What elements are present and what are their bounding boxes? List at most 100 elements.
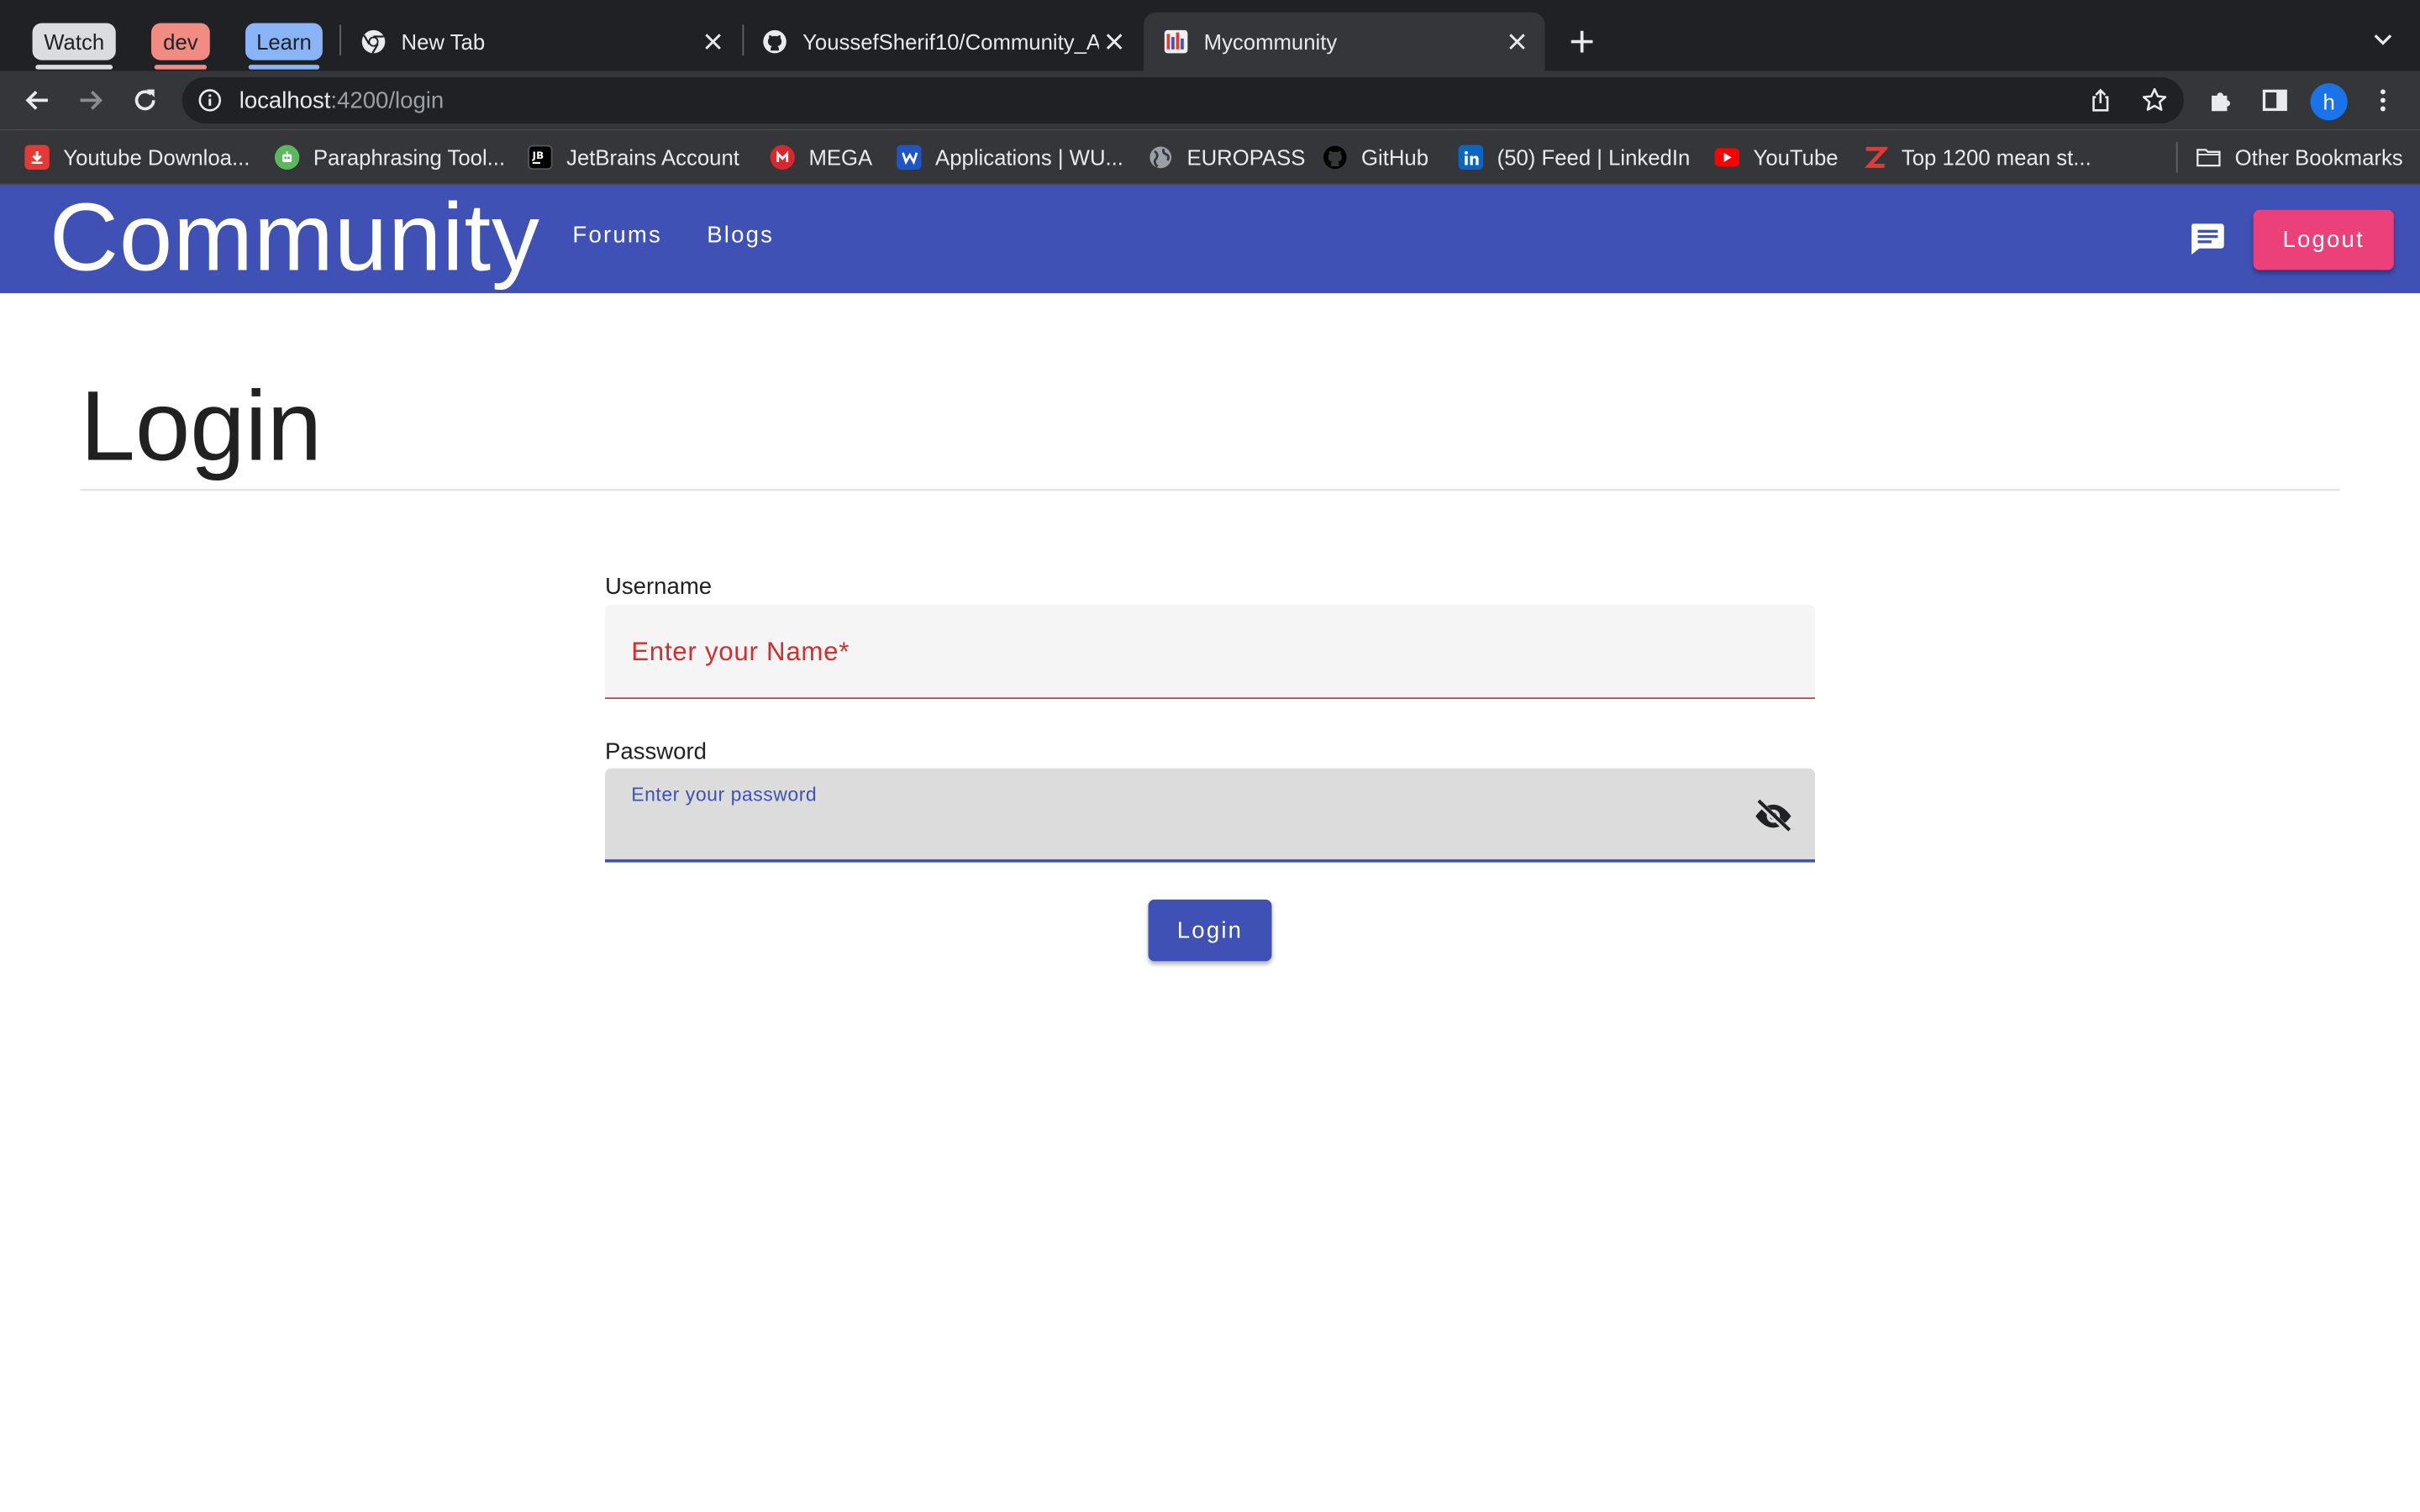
plus-icon: [1570, 30, 1593, 53]
side-panel-icon: [2262, 89, 2287, 112]
folder-icon: [2196, 145, 2221, 170]
share-icon[interactable]: [2088, 88, 2112, 113]
close-icon[interactable]: [1099, 26, 1130, 57]
bookmark-youtube-downloader[interactable]: Youtube Downloa...: [24, 142, 250, 173]
github-icon: [763, 29, 786, 54]
url-text: localhost:4200/login: [239, 88, 445, 114]
tab-title: Mycommunity: [1203, 29, 1338, 55]
youtube-icon: [1714, 148, 1739, 167]
puzzle-icon: [2212, 92, 2231, 112]
tab-mycommunity[interactable]: Mycommunity: [1144, 12, 1545, 71]
arrow-left-icon: [25, 90, 48, 110]
address-bar[interactable]: localhost:4200/login: [182, 76, 2184, 123]
info-icon[interactable]: [197, 88, 222, 113]
bookmarks-bar: Youtube Downloa... Paraphrasing Tool... …: [0, 129, 2420, 186]
reload-button[interactable]: [124, 79, 166, 122]
visibility-off-icon[interactable]: [1754, 798, 1794, 835]
robot-icon: [274, 144, 300, 171]
title-divider: [80, 489, 2340, 491]
close-icon[interactable]: [1502, 26, 1533, 57]
bookmark-top-1200[interactable]: Top 1200 mean st...: [1863, 142, 2091, 173]
username-label: Username: [605, 574, 713, 601]
nav-forums[interactable]: Forums: [572, 222, 662, 248]
browser-menu-button[interactable]: [2361, 79, 2404, 122]
bookmarks-separator: [2175, 141, 2178, 173]
profile-avatar[interactable]: h: [2310, 83, 2348, 121]
reload-icon: [134, 89, 155, 111]
password-placeholder: Enter your password: [631, 784, 818, 806]
star-icon[interactable]: [2141, 87, 2169, 114]
logout-button[interactable]: Logout: [2253, 209, 2394, 270]
username-placeholder: Enter your Name*: [631, 637, 850, 667]
login-button[interactable]: Login: [1148, 899, 1272, 962]
bookmark-github[interactable]: GitHub: [1323, 142, 1428, 173]
side-panel-button[interactable]: [2254, 79, 2296, 122]
z-icon: [1863, 145, 1888, 170]
bookmark-label: Top 1200 mean st...: [1901, 144, 2091, 171]
bookmark-label: EUROPASS: [1186, 144, 1306, 171]
tab-group-underline: [248, 65, 320, 70]
browser-toolbar: localhost:4200/login h: [0, 71, 2420, 130]
browser-window: Watch dev Learn New Tab YoussefSherif10/…: [0, 0, 2420, 1512]
bookmark-label: YouTube: [1753, 144, 1839, 171]
bookmark-label: JetBrains Account: [566, 144, 739, 171]
nav-blogs[interactable]: Blogs: [707, 222, 774, 248]
close-icon[interactable]: [697, 26, 729, 57]
chat-button[interactable]: [2187, 221, 2228, 258]
linkedin-icon: [1458, 144, 1484, 171]
tab-group-label: Learn: [256, 29, 312, 55]
jetbrains-icon: JB: [528, 144, 553, 171]
bookmark-applications-wu[interactable]: Applications | WU...: [897, 142, 1123, 173]
bookmark-label: (50) Feed | LinkedIn: [1497, 144, 1691, 171]
tab-group-label: dev: [163, 29, 198, 55]
bookmark-label: Other Bookmarks: [2234, 144, 2403, 171]
bookmark-label: Applications | WU...: [935, 144, 1123, 171]
youtube-downloader-icon: [24, 144, 50, 171]
tab-strip: Watch dev Learn New Tab YoussefSherif10/…: [0, 0, 2420, 71]
other-bookmarks[interactable]: Other Bookmarks: [2196, 142, 2403, 173]
bookmark-label: GitHub: [1361, 144, 1429, 171]
forward-button[interactable]: [70, 79, 113, 122]
extensions-button[interactable]: [2199, 79, 2242, 122]
page-title: Login: [80, 370, 323, 482]
bookmark-label: MEGA: [808, 144, 873, 171]
tab-group-dev[interactable]: dev: [151, 23, 210, 70]
brand-logo[interactable]: Community: [50, 185, 540, 293]
bookmark-youtube[interactable]: YouTube: [1714, 142, 1839, 173]
bookmark-label: Youtube Downloa...: [63, 144, 250, 171]
tab-group-learn[interactable]: Learn: [245, 23, 323, 70]
bookmark-jetbrains-account[interactable]: JB JetBrains Account: [528, 142, 739, 173]
password-label: Password: [605, 738, 707, 766]
mega-icon: [770, 144, 795, 171]
bookmark-europass[interactable]: EUROPASS: [1149, 142, 1306, 173]
github-icon: [1323, 145, 1347, 170]
more-vert-icon: [2380, 89, 2386, 112]
arrow-right-icon: [80, 90, 103, 110]
chevron-down-icon: [2374, 34, 2392, 45]
bookmark-paraphrasing-tool[interactable]: Paraphrasing Tool...: [274, 142, 506, 173]
tab-new-tab[interactable]: New Tab: [341, 13, 741, 71]
new-tab-button[interactable]: [1565, 24, 1598, 58]
tab-title: YoussefSherif10/Community_A: [802, 29, 1099, 55]
bookmark-linkedin[interactable]: (50) Feed | LinkedIn: [1458, 142, 1691, 173]
svg-text:JB: JB: [532, 150, 544, 161]
tab-title: New Tab: [401, 29, 486, 55]
app-header: Community Forums Blogs Logout: [0, 185, 2420, 293]
chrome-icon: [361, 29, 386, 54]
tab-group-watch[interactable]: Watch: [32, 23, 116, 70]
url-path: :4200/login: [330, 87, 445, 114]
tab-github-repo[interactable]: YoussefSherif10/Community_A: [742, 13, 1142, 71]
tab-group-underline: [154, 65, 208, 70]
username-field[interactable]: Enter your Name*: [605, 605, 1815, 700]
back-button[interactable]: [15, 79, 58, 122]
bookmark-mega[interactable]: MEGA: [770, 142, 873, 173]
tab-search-button[interactable]: [2368, 24, 2399, 55]
globe-icon: [1149, 145, 1173, 170]
wu-icon: [897, 144, 922, 171]
chat-icon: [2191, 223, 2224, 255]
tab-group-label: Watch: [44, 29, 105, 55]
password-field[interactable]: Enter your password: [605, 768, 1815, 863]
bookmark-label: Paraphrasing Tool...: [313, 144, 506, 171]
tab-group-underline: [35, 65, 113, 70]
app-favicon: [1164, 29, 1188, 54]
